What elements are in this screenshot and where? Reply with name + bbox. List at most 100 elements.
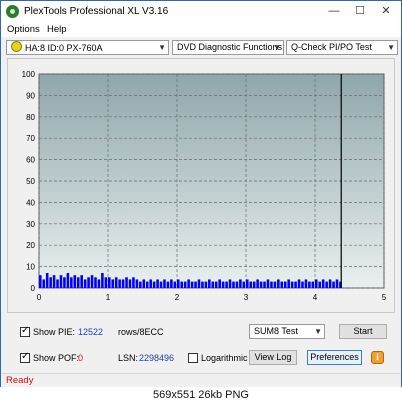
pie-bar [266,279,270,288]
toolbar: HA:8 ID:0 PX-760A ▼ DVD Diagnostic Funct… [1,38,401,58]
pie-bar [42,279,46,288]
pie-bar [180,281,184,288]
pie-bar [76,277,80,288]
info-icon[interactable]: i [371,351,384,364]
show-pof-checkbox[interactable] [20,351,30,363]
pie-bar [259,281,263,288]
chevron-down-icon: ▼ [273,43,281,52]
x-tick-label: 4 [313,293,318,302]
close-button[interactable]: ✕ [373,4,399,19]
pie-bar [149,279,152,288]
pie-bar [173,281,177,288]
menu-options[interactable]: Options [7,24,40,35]
pie-bar [297,279,301,288]
window-title: PlexTools Professional XL V3.16 [24,6,169,17]
pie-bar [308,281,311,288]
pie-bar [90,275,94,288]
pie-bar [325,281,328,288]
pie-bar [128,279,132,288]
y-tick-label: 80 [26,113,35,122]
logarithmic-checkbox[interactable] [188,353,198,363]
function-select[interactable]: DVD Diagnostic Functions ▼ [172,40,284,55]
show-pie-checkbox[interactable] [20,325,30,337]
pie-bar [318,281,322,288]
function-select-value: DVD Diagnostic Functions [177,42,283,52]
image-caption: 569x551 26kb PNG [0,387,402,404]
plextools-app-icon [6,5,19,18]
show-pie-label: Show PIE: [33,327,76,337]
sum-test-select[interactable]: SUM8 Test ▼ [249,324,325,339]
pie-bar [228,279,232,288]
start-button[interactable]: Start [339,324,387,339]
pie-bar [315,279,318,288]
pie-bar [221,281,225,288]
sum-test-select-value: SUM8 Test [254,326,298,336]
show-pof-label: Show POF: [33,353,80,363]
pie-bar [45,273,49,288]
status-bar: Ready [1,373,401,388]
pie-bar [108,277,111,288]
pie-bar [132,277,135,288]
pie-bar [177,279,180,288]
chevron-down-icon: ▼ [387,43,395,52]
pie-bar [83,279,87,288]
pie-bar [94,277,97,288]
pie-bar [39,275,42,288]
maximize-button[interactable]: ☐ [347,4,373,19]
pie-bar [283,281,287,288]
pie-bar [263,281,266,288]
y-tick-label: 40 [26,198,35,207]
x-tick-label: 5 [382,293,387,302]
pie-bar [232,281,235,288]
pie-bar [256,279,259,288]
pie-bar [80,275,83,288]
test-select-value: Q-Check PI/PO Test [291,42,372,52]
pie-bar [218,279,221,288]
menu-help[interactable]: Help [47,24,67,35]
drive-select[interactable]: HA:8 ID:0 PX-760A ▼ [6,40,169,55]
pie-bar [135,279,139,288]
y-tick-label: 10 [26,263,35,272]
pie-bar [97,279,101,288]
app-window: PlexTools Professional XL V3.16 — ☐ ✕ Op… [0,0,402,388]
menu-bar: Options Help [1,22,401,37]
pie-bar [183,281,187,288]
pie-bar [335,279,339,288]
preferences-button[interactable]: Preferences [307,350,362,365]
pie-bar [170,279,173,288]
pie-bar [104,277,108,288]
pie-bar [321,279,325,288]
pie-bar [156,279,159,288]
drive-select-value: HA:8 ID:0 PX-760A [25,43,103,53]
pie-bar [246,279,249,288]
view-log-button[interactable]: View Log [249,350,297,365]
y-tick-label: 70 [26,134,35,143]
pie-bar [63,277,66,288]
pie-bar [311,281,315,288]
y-tick-label: 100 [22,70,36,79]
chevron-down-icon: ▼ [314,327,322,336]
pie-bar [139,281,142,288]
minimize-button[interactable]: — [321,4,347,19]
pie-bar [197,279,201,288]
pie-bar [201,281,204,288]
pie-bar [270,281,273,288]
pie-bar [73,275,77,288]
x-tick-label: 3 [244,293,249,302]
pie-unit: rows/8ECC [118,327,164,337]
y-tick-label: 0 [31,284,36,293]
y-tick-label: 30 [26,220,35,229]
x-tick-label: 2 [175,293,180,302]
pie-bar [59,275,63,288]
pie-bar [70,277,73,288]
drive-icon [11,41,22,52]
lsn-value: 2298496 [139,353,175,363]
title-bar: PlexTools Professional XL V3.16 — ☐ ✕ [1,1,401,22]
y-tick-label: 20 [26,241,35,250]
pie-bar [111,279,115,288]
pie-bar [190,281,194,288]
pie-bar [49,277,52,288]
test-select[interactable]: Q-Check PI/PO Test ▼ [286,40,398,55]
pie-bar [194,281,197,288]
pie-bar [280,281,284,288]
